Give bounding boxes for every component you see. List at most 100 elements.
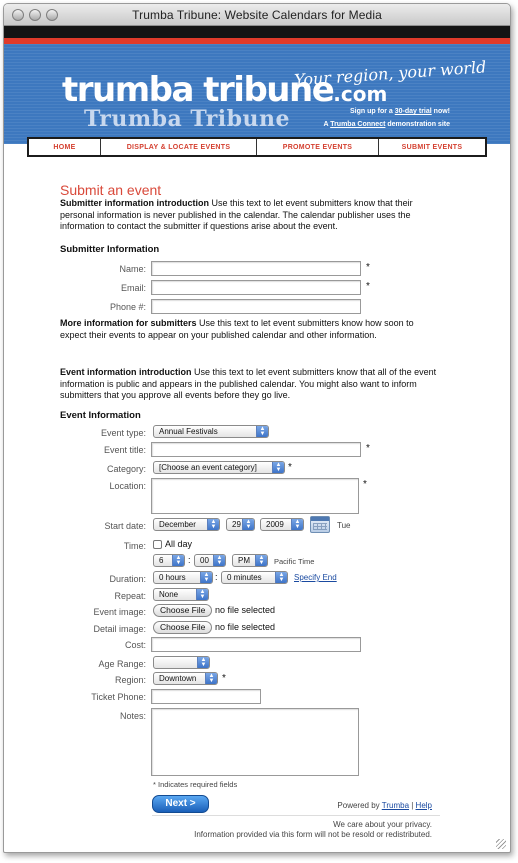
event-section-heading: Event Information [60, 410, 141, 421]
category-select[interactable]: [Choose an event category] ▲ ▼ [153, 461, 285, 474]
more-info: More information for submitters Use this… [60, 318, 440, 341]
start-year-value: 2009 [266, 520, 284, 529]
category-value: [Choose an event category] [159, 463, 257, 472]
page-title: Submit an event [60, 182, 162, 198]
hour-select[interactable]: 6 ▲ ▼ [153, 554, 185, 567]
nav-promote-events[interactable]: PROMOTE EVENTS [257, 139, 379, 155]
more-info-title: More information for submitters [60, 318, 197, 328]
event-title-required-mark: * [366, 443, 370, 454]
trumba-connect-link[interactable]: Trumba Connect [330, 121, 385, 128]
ticket-phone-label: Ticket Phone: [91, 692, 146, 702]
main-nav: HOME DISPLAY & LOCATE EVENTS PROMOTE EVE… [27, 137, 487, 157]
signup-prefix: Sign up for a [350, 108, 395, 115]
name-input[interactable] [151, 261, 361, 276]
phone-label: Phone #: [109, 302, 146, 312]
start-date-label: Start date: [104, 521, 146, 531]
trumba-link[interactable]: Trumba [382, 801, 409, 810]
age-range-label: Age Range: [98, 659, 146, 669]
browser-window: Trumba Tribune: Website Calendars for Me… [3, 3, 511, 853]
email-label: Email: [120, 283, 146, 293]
resize-grip-icon[interactable] [496, 839, 506, 849]
event-type-value: Annual Festivals [159, 427, 218, 436]
duration-minutes-select[interactable]: 0 minutes ▲ ▼ [221, 571, 288, 584]
privacy-line-2: Information provided via this form will … [194, 830, 432, 839]
select-arrows-icon: ▲ ▼ [207, 519, 219, 530]
name-label: Name: [119, 264, 146, 274]
duration-minutes-value: 0 minutes [227, 573, 262, 582]
region-select[interactable]: Downtown ▲ ▼ [153, 672, 218, 685]
submitter-intro: Submitter information introduction Use t… [60, 198, 440, 233]
detail-image-status: no file selected [215, 622, 276, 632]
region-label: Region: [114, 675, 146, 685]
select-arrows-icon: ▲ ▼ [200, 572, 212, 583]
start-year-select[interactable]: 2009 ▲ ▼ [260, 518, 304, 531]
event-type-select[interactable]: Annual Festivals ▲ ▼ [153, 425, 269, 438]
ampm-value: PM [238, 556, 250, 565]
title-bar: Trumba Tribune: Website Calendars for Me… [4, 4, 510, 26]
nav-home[interactable]: HOME [29, 139, 101, 155]
region-value: Downtown [159, 674, 197, 683]
trial-link[interactable]: 30-day trial [395, 108, 432, 115]
all-day-checkbox[interactable] [153, 540, 162, 549]
duration-hours-select[interactable]: 0 hours ▲ ▼ [153, 571, 213, 584]
specify-end-link[interactable]: Specify End [294, 573, 337, 582]
all-day-label: All day [165, 539, 193, 549]
time-separator: : [188, 555, 191, 565]
repeat-select[interactable]: None ▲ ▼ [153, 588, 209, 601]
select-arrows-icon: ▲ ▼ [255, 555, 267, 566]
location-label: Location: [109, 481, 146, 491]
next-button[interactable]: Next > [152, 795, 209, 813]
nav-display-locate-events[interactable]: DISPLAY & LOCATE EVENTS [101, 139, 257, 155]
select-arrows-icon: ▲ ▼ [196, 589, 208, 600]
select-arrows-icon: ▲ ▼ [213, 555, 225, 566]
submitter-section-heading: Submitter Information [60, 244, 160, 255]
time-label: Time: [123, 541, 146, 551]
detail-image-choose-file-button[interactable]: Choose File [153, 621, 213, 634]
event-image-status: no file selected [215, 605, 276, 615]
event-title-input[interactable] [151, 442, 361, 457]
event-image-choose-file-button[interactable]: Choose File [153, 604, 213, 617]
signup-suffix: now! [431, 108, 450, 115]
location-textarea[interactable] [151, 478, 359, 514]
start-weekday: Tue [337, 521, 351, 530]
start-month-select[interactable]: December ▲ ▼ [153, 518, 220, 531]
name-required-mark: * [366, 262, 370, 273]
submitter-intro-title: Submitter information introduction [60, 198, 209, 208]
signup-promo: Sign up for a 30-day trial now! A Trumba… [323, 105, 450, 131]
age-range-select[interactable]: ▲ ▼ [153, 656, 210, 669]
notes-textarea[interactable] [151, 708, 359, 776]
region-required-mark: * [222, 673, 226, 684]
duration-separator: : [215, 572, 218, 582]
email-required-mark: * [366, 281, 370, 292]
nav-submit-events[interactable]: SUBMIT EVENTS [379, 139, 485, 155]
event-intro-title: Event information introduction [60, 367, 192, 377]
privacy-notice: We care about your privacy. Information … [194, 820, 432, 840]
event-image-label: Event image: [93, 607, 146, 617]
required-fields-note: * Indicates required fields [153, 780, 238, 789]
start-day-select[interactable]: 29 ▲ ▼ [226, 518, 255, 531]
ampm-select[interactable]: PM ▲ ▼ [232, 554, 268, 567]
minute-value: 00 [200, 556, 209, 565]
category-required-mark: * [288, 462, 292, 473]
select-arrows-icon: ▲ ▼ [242, 519, 254, 530]
minute-select[interactable]: 00 ▲ ▼ [194, 554, 226, 567]
select-arrows-icon: ▲ ▼ [275, 572, 287, 583]
cost-input[interactable] [151, 637, 361, 652]
duration-label: Duration: [109, 574, 146, 584]
select-arrows-icon: ▲ ▼ [197, 657, 209, 668]
help-link[interactable]: Help [416, 801, 432, 810]
event-intro: Event information introduction Use this … [60, 367, 440, 402]
detail-image-label: Detail image: [93, 624, 146, 634]
calendar-picker-icon[interactable] [310, 516, 330, 533]
location-required-mark: * [363, 479, 367, 490]
select-arrows-icon: ▲ ▼ [272, 462, 284, 473]
repeat-value: None [159, 590, 179, 599]
logo-text: trumba tribune [62, 70, 335, 110]
ticket-phone-input[interactable] [151, 689, 261, 704]
select-arrows-icon: ▲ ▼ [256, 426, 268, 437]
email-input[interactable] [151, 280, 361, 295]
event-type-label: Event type: [100, 428, 146, 438]
header-dark-bar [4, 26, 510, 38]
phone-input[interactable] [151, 299, 361, 314]
start-month-value: December [159, 520, 196, 529]
